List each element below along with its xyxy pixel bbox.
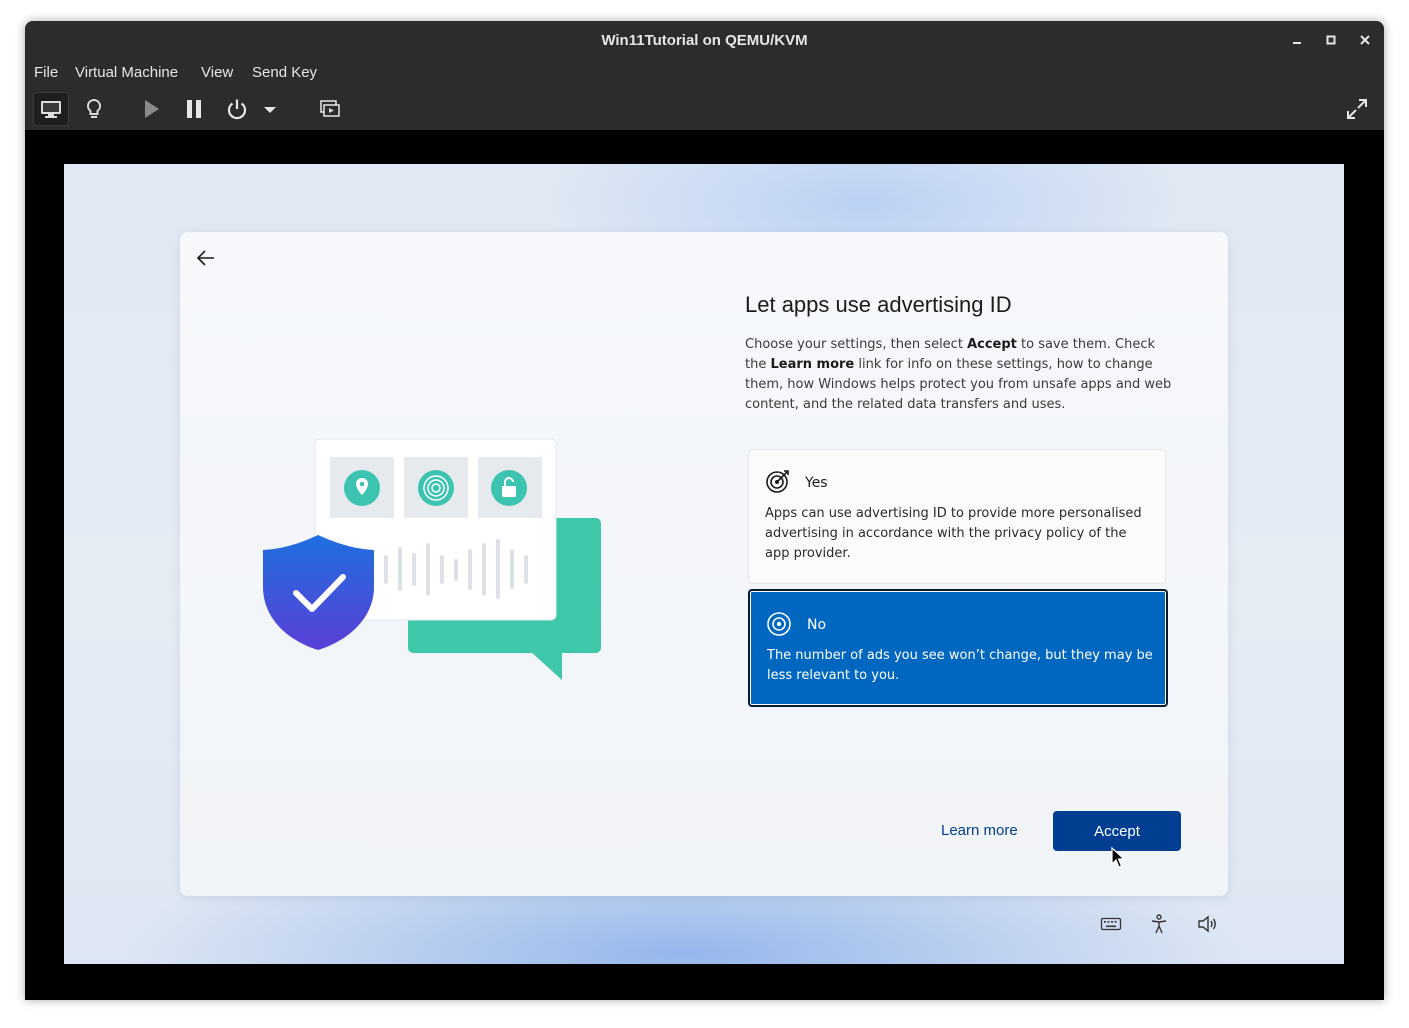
snapshots-button[interactable]: [312, 92, 348, 126]
learn-more-link[interactable]: Learn more: [941, 822, 1018, 839]
minimize-icon[interactable]: [1287, 30, 1307, 50]
lightbulb-icon: [86, 98, 102, 118]
page-title: Let apps use advertising ID: [745, 292, 1012, 317]
console-button[interactable]: [33, 92, 69, 126]
oobe-card: Let apps use advertising ID Choose your …: [180, 232, 1228, 896]
back-arrow-icon[interactable]: [194, 246, 218, 270]
fullscreen-button[interactable]: [1339, 92, 1375, 126]
menu-view[interactable]: View: [201, 64, 233, 81]
mouse-cursor-icon: [1111, 847, 1125, 868]
shutdown-button[interactable]: [219, 92, 255, 126]
menu-virtual-machine[interactable]: Virtual Machine: [75, 64, 178, 81]
pause-icon: [187, 100, 201, 118]
menu-file[interactable]: File: [34, 64, 58, 81]
pause-button[interactable]: [176, 92, 212, 126]
shutdown-menu-button[interactable]: [257, 92, 283, 126]
snapshots-icon: [320, 100, 340, 117]
power-icon: [227, 99, 247, 120]
privacy-illustration: [263, 438, 601, 680]
option-no-title: No: [807, 617, 827, 633]
desc-bold-accept: Accept: [967, 337, 1017, 352]
desc-bold-learn-more: Learn more: [770, 357, 855, 372]
target-icon: [766, 611, 792, 637]
fullscreen-icon: [1347, 99, 1367, 119]
accept-button[interactable]: Accept: [1053, 811, 1181, 851]
target-icon: [765, 468, 791, 494]
option-yes-title: Yes: [805, 475, 828, 491]
guest-display[interactable]: Let apps use advertising ID Choose your …: [64, 164, 1344, 964]
keyboard-icon[interactable]: [1099, 912, 1123, 936]
option-yes-text: Apps can use advertising ID to provide m…: [765, 506, 1142, 561]
dropdown-arrow-icon: [264, 107, 276, 113]
volume-icon[interactable]: [1195, 912, 1219, 936]
option-yes[interactable]: Yes Apps can use advertising ID to provi…: [748, 449, 1166, 584]
toolbar: [25, 87, 1384, 130]
play-icon: [145, 100, 159, 118]
console-icon: [41, 101, 61, 118]
maximize-icon[interactable]: [1321, 30, 1341, 50]
menu-send-key[interactable]: Send Key: [252, 64, 317, 81]
menu-bar: File Virtual Machine View Send Key: [25, 59, 1384, 87]
option-no[interactable]: No The number of ads you see won’t chang…: [748, 589, 1168, 707]
run-button[interactable]: [133, 92, 169, 126]
vm-window: Win11Tutorial on QEMU/KVM File Virtual M…: [25, 21, 1384, 1000]
page-description: Choose your settings, then select Accept…: [745, 335, 1175, 415]
close-icon[interactable]: [1355, 30, 1375, 50]
details-button[interactable]: [76, 92, 112, 126]
title-bar[interactable]: Win11Tutorial on QEMU/KVM: [25, 21, 1384, 59]
window-title: Win11Tutorial on QEMU/KVM: [601, 32, 808, 49]
accessibility-icon[interactable]: [1147, 912, 1171, 936]
option-no-text: The number of ads you see won’t change, …: [767, 648, 1153, 683]
desc-text-1: Choose your settings, then select: [745, 337, 968, 352]
